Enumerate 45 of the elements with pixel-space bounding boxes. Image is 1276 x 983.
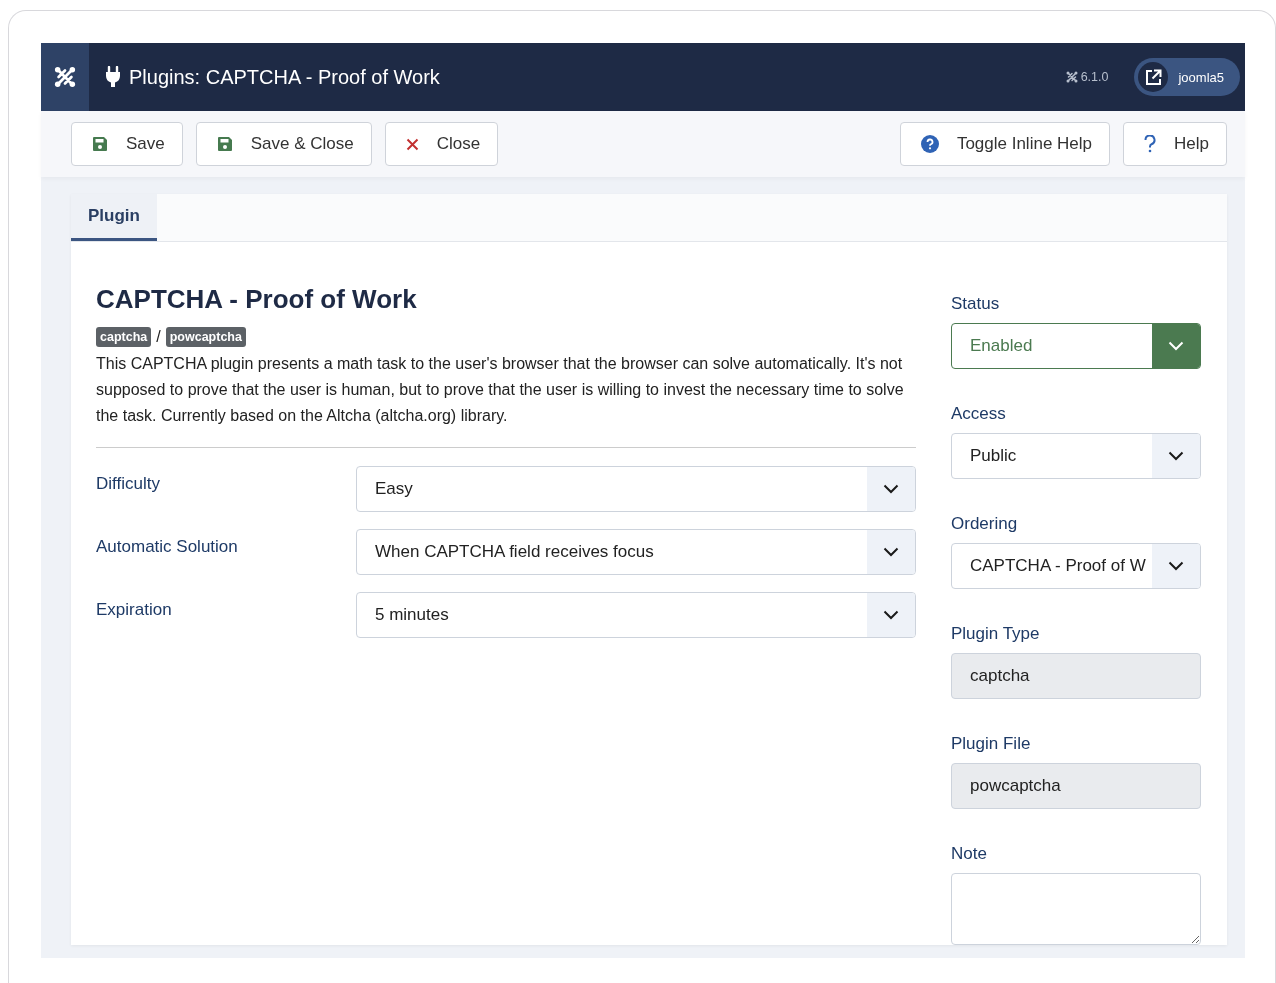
select-field[interactable]: Public <box>951 433 1201 479</box>
field-label: Note <box>951 844 988 864</box>
chevron-down-icon <box>883 547 899 557</box>
field-label: Access <box>951 404 1007 424</box>
select-field[interactable]: Easy <box>356 466 916 512</box>
field-label: Plugin File <box>951 734 1032 754</box>
plugin-title: CAPTCHA - Proof of Work <box>96 284 418 315</box>
field-label: Plugin Type <box>951 624 1041 644</box>
close-button[interactable]: Close <box>384 122 499 166</box>
chevron-down-icon <box>883 484 899 494</box>
user-menu-button[interactable]: joomla5 <box>1134 58 1240 96</box>
select-field[interactable]: Enabled <box>951 323 1201 369</box>
separator: / <box>156 328 161 346</box>
chevron-down-icon <box>1168 341 1184 351</box>
option-label: Automatic Solution <box>96 536 239 557</box>
save-button[interactable]: Save <box>71 122 183 166</box>
help-icon <box>920 135 939 153</box>
note-field[interactable] <box>951 873 1201 945</box>
joomla-icon <box>1065 71 1078 83</box>
select-field[interactable]: 5 minutes <box>356 592 916 638</box>
select-field[interactable]: CAPTCHA - Proof of W <box>951 543 1201 589</box>
close-icon <box>405 137 419 151</box>
chevron-down-icon <box>883 610 899 620</box>
save-button[interactable]: Save & Close <box>195 122 372 166</box>
field-label: Status <box>951 294 1001 314</box>
folder-badge: captcha <box>96 327 152 347</box>
chevron-down-icon <box>1168 451 1184 461</box>
option-label: Difficulty <box>96 473 161 494</box>
question-mark-icon <box>1144 135 1157 153</box>
select-field[interactable]: When CAPTCHA field receives focus <box>356 529 916 575</box>
element-badge: powcaptcha <box>165 327 246 347</box>
joomla-logo-icon <box>54 66 76 88</box>
field-label: Ordering <box>951 514 1019 534</box>
help-button[interactable]: Help <box>1123 122 1227 166</box>
chevron-down-icon <box>1168 561 1184 571</box>
option-label: Expiration <box>96 599 173 620</box>
plugin-description: This CAPTCHA plugin presents a math task to the user's browser that the browser can solve automatically. It's not supposed to prove that the user is human, but to prove that the user is willing to invest the necessary time to solve the task. Currently based on the Altcha (altcha.org) library. <box>96 354 905 426</box>
readonly-field: captcha <box>951 653 1201 699</box>
readonly-field: powcaptcha <box>951 763 1201 809</box>
page-title: Plugins: CAPTCHA - Proof of Work <box>129 65 440 89</box>
tab[interactable]: Plugin <box>71 194 157 241</box>
plug-icon <box>105 66 121 88</box>
help-button[interactable]: Toggle Inline Help <box>899 122 1111 166</box>
external-link-icon <box>1144 68 1162 86</box>
version-label: 6.1.0 <box>1080 70 1109 84</box>
